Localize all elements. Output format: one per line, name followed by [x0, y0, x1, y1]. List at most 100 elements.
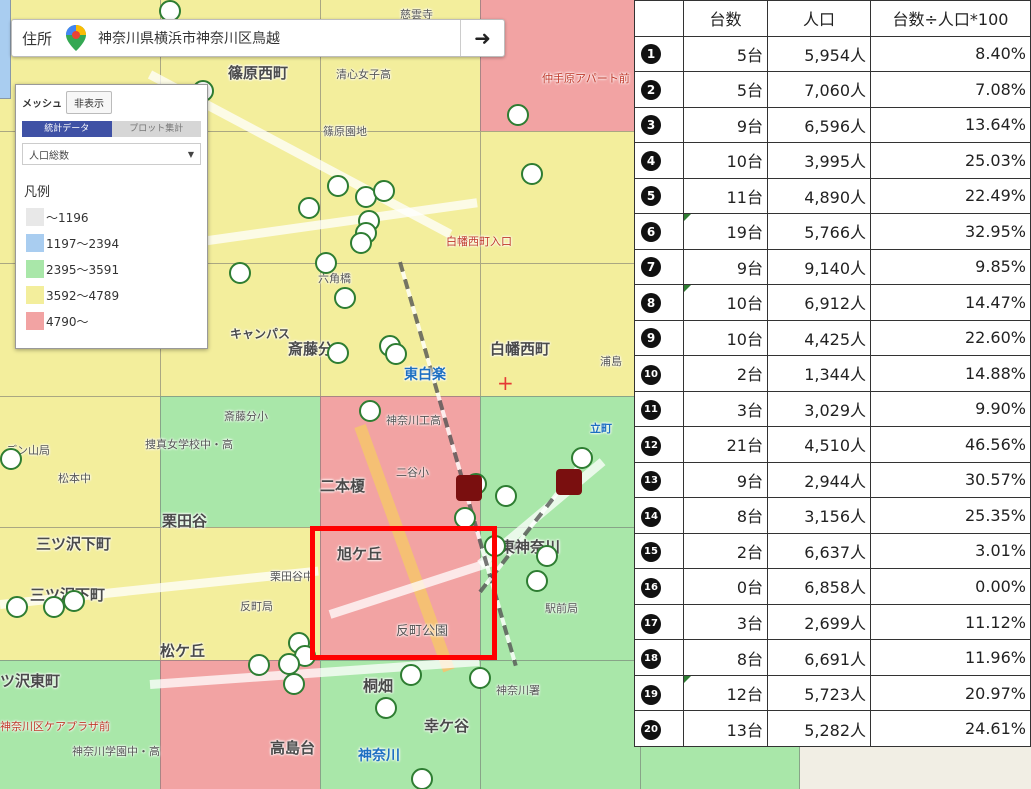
table-row: 5 11台 4,890人 22.49% — [634, 177, 1031, 215]
ratio-cell: 8.40% — [870, 35, 1031, 73]
row-index-cell: 19 — [634, 674, 684, 712]
place-label: 神奈川 — [358, 748, 400, 764]
place-label: キャンパス — [230, 327, 291, 341]
tab-plot-aggregation[interactable]: プロット集計 — [111, 121, 201, 137]
place-label: 栗田谷中 — [270, 570, 314, 583]
row-number-badge: 19 — [641, 684, 661, 705]
place-label: 松本中 — [58, 472, 91, 485]
population-cell: 4,890人 — [767, 177, 871, 215]
population-cell: 2,699人 — [767, 603, 871, 641]
map-marker[interactable] — [315, 252, 337, 274]
row-index-cell: 16 — [634, 568, 684, 605]
row-index-cell: 14 — [634, 497, 684, 534]
legend-item: 〜1196 — [26, 208, 207, 226]
place-label: 捜真女学校中・高 — [145, 438, 233, 451]
google-maps-pin-icon — [62, 23, 90, 53]
table-row: 1 5台 5,954人 8.40% — [634, 35, 1031, 73]
place-label: 篠原園地 — [323, 125, 367, 138]
ratio-cell: 22.60% — [870, 319, 1031, 357]
ratio-cell: 9.85% — [870, 248, 1031, 286]
map-marker[interactable] — [495, 485, 517, 507]
map-marker[interactable] — [507, 104, 529, 126]
row-index-cell: 1 — [634, 35, 684, 73]
row-index-cell: 9 — [634, 319, 684, 357]
row-index-cell: 4 — [634, 142, 684, 179]
map-marker[interactable] — [375, 697, 397, 719]
population-cell: 6,858人 — [767, 568, 871, 605]
ratio-cell: 20.97% — [870, 674, 1031, 712]
row-number-badge: 2 — [641, 79, 661, 100]
map-marker[interactable] — [43, 596, 65, 618]
mesh-label: メッシュ — [22, 99, 62, 110]
ratio-cell: 11.12% — [870, 603, 1031, 641]
map-marker[interactable] — [400, 664, 422, 686]
units-cell: 5台 — [683, 71, 768, 108]
hide-mesh-button[interactable]: 非表示 — [66, 91, 112, 114]
row-number-badge: 20 — [641, 720, 661, 741]
map-marker[interactable] — [6, 596, 28, 618]
place-label: 栗田谷 — [162, 512, 208, 530]
ratio-cell: 32.95% — [870, 213, 1031, 250]
map-marker[interactable] — [229, 262, 251, 284]
table-row: 19 12台 5,723人 20.97% — [634, 674, 1031, 712]
row-index-cell: 2 — [634, 71, 684, 108]
map-marker[interactable] — [571, 447, 593, 469]
map-marker[interactable] — [327, 342, 349, 364]
map-marker[interactable] — [526, 570, 548, 592]
map-marker[interactable] — [63, 590, 85, 612]
address-search-bar: 住所 神奈川県横浜市神奈川区鳥越 ➜ — [11, 19, 505, 57]
place-label: 反町局 — [240, 600, 273, 613]
map-marker[interactable] — [411, 768, 433, 789]
go-arrow-button[interactable]: ➜ — [460, 20, 504, 56]
map-marker[interactable] — [536, 545, 558, 567]
population-cell: 5,723人 — [767, 674, 871, 712]
map-marker[interactable] — [469, 667, 491, 689]
map-marker[interactable] — [283, 673, 305, 695]
map-marker[interactable] — [385, 343, 407, 365]
map-marker[interactable] — [248, 654, 270, 676]
table-row: 11 3台 3,029人 9.90% — [634, 390, 1031, 428]
population-cell: 9,140人 — [767, 248, 871, 286]
tab-statistics[interactable]: 統計データ — [22, 121, 112, 137]
ratio-cell: 24.61% — [870, 710, 1031, 747]
map-marker[interactable] — [521, 163, 543, 185]
row-number-badge: 8 — [641, 292, 661, 313]
legend-item: 1197〜2394 — [26, 234, 207, 252]
map-marker[interactable] — [278, 653, 300, 675]
row-index-cell: 15 — [634, 532, 684, 570]
table-header-row: 台数 人口 台数÷人口*100 — [634, 0, 1031, 37]
ratio-cell: 13.64% — [870, 106, 1031, 144]
ratio-cell: 11.96% — [870, 639, 1031, 676]
row-index-cell: 7 — [634, 248, 684, 286]
row-index-cell: 17 — [634, 603, 684, 641]
ratio-cell: 46.56% — [870, 426, 1031, 463]
map-marker[interactable] — [298, 197, 320, 219]
map-marker[interactable] — [334, 287, 356, 309]
arrow-right-icon: ➜ — [474, 26, 491, 50]
table-header-units: 台数 — [683, 0, 768, 37]
units-cell: 12台 — [683, 674, 768, 712]
map-marker[interactable] — [327, 175, 349, 197]
ratio-cell: 22.49% — [870, 177, 1031, 215]
row-number-badge: 12 — [641, 435, 661, 456]
place-label: 立町 — [590, 422, 612, 435]
row-index-cell: 10 — [634, 355, 684, 392]
ratio-cell: 25.35% — [870, 497, 1031, 534]
place-label: 二本榎 — [320, 477, 366, 495]
map-marker[interactable] — [359, 400, 381, 422]
units-cell: 9台 — [683, 106, 768, 144]
row-index-cell: 13 — [634, 461, 684, 499]
row-number-badge: 14 — [641, 506, 661, 527]
statistic-select[interactable]: 人口総数 ▼ — [22, 143, 201, 165]
map-marker[interactable] — [0, 448, 22, 470]
map-marker[interactable] — [350, 232, 372, 254]
map-station-marker[interactable] — [556, 469, 582, 495]
table-row: 12 21台 4,510人 46.56% — [634, 426, 1031, 463]
place-label: 白幡西町 — [490, 340, 551, 358]
address-input[interactable]: 神奈川県横浜市神奈川区鳥越 — [90, 28, 460, 48]
row-number-badge: 4 — [641, 150, 661, 171]
map-station-marker[interactable] — [456, 475, 482, 501]
population-cell: 6,691人 — [767, 639, 871, 676]
row-number-badge: 5 — [641, 186, 661, 207]
map-marker[interactable] — [373, 180, 395, 202]
